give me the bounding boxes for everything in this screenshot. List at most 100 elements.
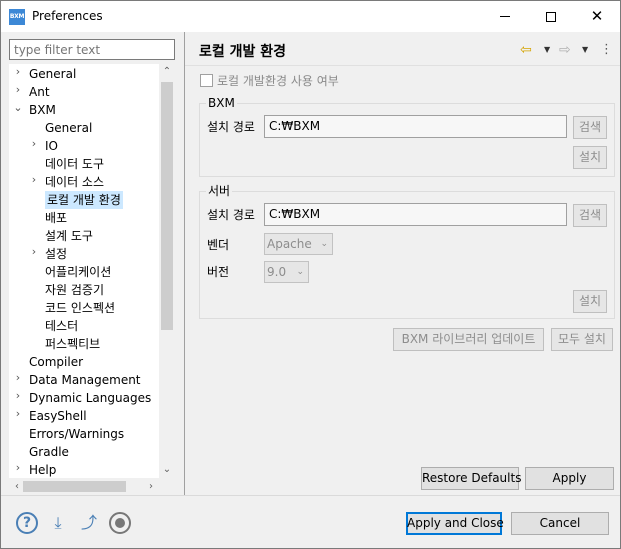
- maximize-icon: [546, 11, 556, 22]
- back-menu-chevron-icon[interactable]: ▼: [544, 41, 550, 59]
- tree-expand-icon: [29, 119, 39, 137]
- tree-item[interactable]: Help: [29, 461, 56, 478]
- tree-expand-icon: [29, 281, 39, 299]
- tree-expand-icon: [29, 209, 39, 227]
- app-icon: BXM: [9, 9, 25, 25]
- tree-item[interactable]: 설계 도구: [45, 227, 93, 245]
- apply-button[interactable]: Apply: [525, 467, 614, 490]
- install-all-button[interactable]: 모두 설치: [551, 328, 613, 351]
- server-path-field[interactable]: C:₩BXM: [264, 203, 567, 226]
- tree-vertical-scrollbar[interactable]: ⌃ ⌄: [159, 64, 175, 478]
- preference-tree: › General › Ant ⌄ BXM General › IO 데이터 도구 › 데이터 소스 로…: [9, 64, 175, 478]
- close-button[interactable]: ✕: [574, 1, 620, 32]
- tree-item[interactable]: 데이터 도구: [45, 155, 104, 173]
- version-label: 버전: [207, 265, 230, 279]
- help-icon[interactable]: ?: [16, 512, 38, 534]
- export-icon[interactable]: ⤴: [78, 512, 100, 534]
- tree-item[interactable]: Dynamic Languages: [29, 389, 151, 407]
- filter-input[interactable]: [9, 39, 175, 60]
- server-install-button[interactable]: 설치: [573, 290, 607, 313]
- tree-item[interactable]: 배포: [45, 209, 67, 227]
- tree-expand-icon[interactable]: ›: [29, 173, 39, 191]
- server-search-button[interactable]: 검색: [573, 204, 607, 227]
- tree-item[interactable]: 퍼스펙티브: [45, 335, 100, 353]
- tree-item[interactable]: IO: [45, 137, 58, 155]
- title-bar: BXM Preferences ✕: [1, 1, 620, 32]
- tree-item[interactable]: BXM: [29, 101, 56, 119]
- tree-expand-icon: [29, 191, 39, 209]
- vendor-select[interactable]: Apache ⌄: [264, 233, 333, 255]
- tree-item[interactable]: Gradle: [29, 443, 69, 461]
- record-icon[interactable]: [109, 512, 131, 534]
- bxm-search-button[interactable]: 검색: [573, 116, 607, 139]
- tree-expand-icon: [29, 335, 39, 353]
- tree-item[interactable]: General: [45, 119, 92, 137]
- bxm-path-field[interactable]: C:₩BXM: [264, 115, 567, 138]
- tree-horizontal-scrollbar[interactable]: ‹ ›: [9, 478, 159, 495]
- tree-item[interactable]: 테스터: [45, 317, 78, 335]
- header-separator: [185, 65, 620, 66]
- sash-divider[interactable]: [184, 32, 185, 495]
- tree-expand-icon: [29, 299, 39, 317]
- tree-expand-icon: [13, 443, 23, 461]
- scroll-down-icon[interactable]: ⌄: [159, 462, 175, 478]
- tree-item[interactable]: Errors/Warnings: [29, 425, 124, 443]
- tree-item[interactable]: 데이터 소스: [45, 173, 104, 191]
- tree-item[interactable]: Compiler: [29, 353, 83, 371]
- version-value: 9.0: [267, 265, 287, 279]
- tree-expand-icon[interactable]: ›: [13, 65, 23, 83]
- tree-expand-icon[interactable]: ⌄: [13, 101, 23, 119]
- tree-item[interactable]: Data Management: [29, 371, 141, 389]
- vendor-value: Apache: [267, 237, 312, 251]
- use-local-checkbox[interactable]: [200, 74, 213, 87]
- scroll-up-icon[interactable]: ⌃: [159, 64, 175, 80]
- back-arrow-icon[interactable]: ⇦: [520, 41, 532, 59]
- view-menu-icon[interactable]: ⋮: [600, 41, 613, 59]
- bxm-install-button[interactable]: 설치: [573, 146, 607, 169]
- tree-expand-icon: [29, 227, 39, 245]
- use-local-label: 로컬 개발환경 사용 여부: [217, 74, 339, 88]
- preferences-window: BXM Preferences ✕ ›General›Ant⌄BXMGenera…: [0, 0, 621, 549]
- scroll-thumb-horizontal[interactable]: [23, 481, 126, 492]
- minimize-button[interactable]: [482, 1, 528, 32]
- tree-expand-icon[interactable]: ›: [13, 83, 23, 101]
- tree-expand-icon: [13, 425, 23, 443]
- tree-expand-icon[interactable]: ›: [13, 407, 23, 425]
- tree-item[interactable]: Ant: [29, 83, 50, 101]
- forward-arrow-icon[interactable]: ⇨: [559, 41, 571, 59]
- tree-expand-icon: [29, 155, 39, 173]
- restore-defaults-button[interactable]: Restore Defaults: [421, 467, 521, 490]
- tree-item[interactable]: 자원 검증기: [45, 281, 104, 299]
- tree-item[interactable]: 설정: [45, 245, 67, 263]
- tree-expand-icon[interactable]: ›: [13, 371, 23, 389]
- chevron-down-icon: ⌄: [320, 239, 328, 249]
- scroll-thumb[interactable]: [161, 82, 173, 330]
- tree-item[interactable]: 어플리케이션: [45, 263, 111, 281]
- tree-expand-icon[interactable]: ›: [29, 245, 39, 263]
- close-icon: ✕: [590, 7, 604, 25]
- server-path-label: 설치 경로: [207, 208, 255, 222]
- chevron-down-icon: ⌄: [296, 267, 304, 277]
- tree-expand-icon[interactable]: ›: [13, 461, 23, 478]
- scroll-right-icon[interactable]: ›: [143, 478, 159, 495]
- minimize-icon: [500, 16, 510, 17]
- vendor-label: 벤더: [207, 238, 230, 252]
- tree-item[interactable]: 로컬 개발 환경: [45, 191, 123, 209]
- maximize-button[interactable]: [528, 1, 574, 32]
- import-icon[interactable]: ⤓: [47, 512, 69, 534]
- tree-expand-icon[interactable]: ›: [29, 137, 39, 155]
- tree-item[interactable]: EasyShell: [29, 407, 87, 425]
- cancel-button[interactable]: Cancel: [511, 512, 609, 535]
- bxm-path-label: 설치 경로: [207, 120, 255, 134]
- tree-item[interactable]: 코드 인스펙션: [45, 299, 115, 317]
- bxm-group-legend: BXM: [206, 96, 237, 110]
- library-update-button[interactable]: BXM 라이브러리 업데이트: [393, 328, 544, 351]
- apply-and-close-button[interactable]: Apply and Close: [406, 512, 504, 535]
- window-title: Preferences: [32, 9, 103, 23]
- tree-expand-icon[interactable]: ›: [13, 389, 23, 407]
- tree-item[interactable]: General: [29, 65, 76, 83]
- record-dot: [115, 518, 125, 528]
- forward-menu-chevron-icon[interactable]: ▼: [582, 41, 588, 59]
- page-title: 로컬 개발 환경: [199, 44, 287, 60]
- version-select[interactable]: 9.0 ⌄: [264, 261, 309, 283]
